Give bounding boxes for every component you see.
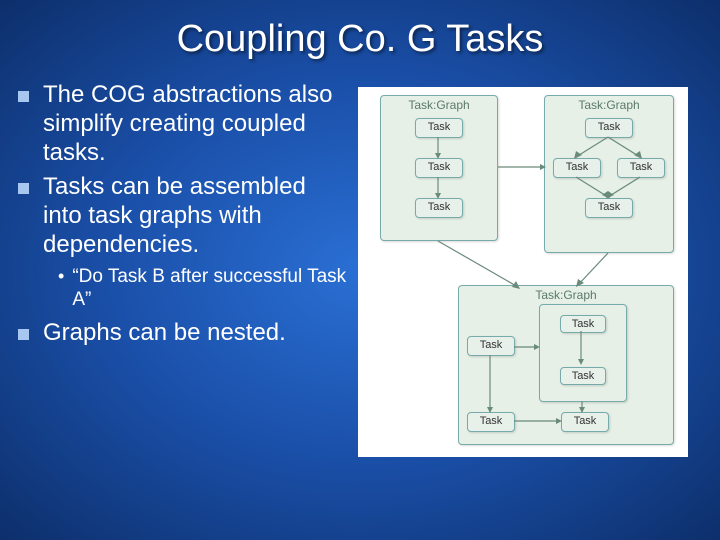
slide-title: Coupling Co. G Tasks <box>0 0 720 61</box>
taskgraph-label: Task:Graph <box>545 98 673 112</box>
sub-bullet: • “Do Task B after successful Task A” <box>58 266 348 312</box>
task-box: Task <box>415 158 463 178</box>
task-box: Task <box>467 412 515 432</box>
bullet-2: Tasks can be assembled into task graphs … <box>18 173 348 259</box>
content-area: The COG abstractions also simplify creat… <box>0 61 720 457</box>
diagram-panel: Task:Graph Task Task Task Task:Graph Tas… <box>358 87 688 457</box>
square-bullet-icon <box>18 183 29 194</box>
taskgraph-label: Task:Graph <box>459 288 673 302</box>
taskgraph-box-3: Task:Graph Task Task Task Task Task <box>458 285 674 445</box>
task-box: Task <box>617 158 665 178</box>
task-box: Task <box>585 118 633 138</box>
task-box: Task <box>467 336 515 356</box>
square-bullet-icon <box>18 91 29 102</box>
taskgraph-box-1: Task:Graph Task Task Task <box>380 95 498 241</box>
task-box: Task <box>560 315 606 333</box>
dot-bullet-icon: • <box>58 266 64 312</box>
task-box: Task <box>553 158 601 178</box>
sub-bullet-text: “Do Task B after successful Task A” <box>72 266 348 312</box>
taskgraph-label: Task:Graph <box>381 98 497 112</box>
task-box: Task <box>415 198 463 218</box>
task-box: Task <box>561 412 609 432</box>
bullet-1: The COG abstractions also simplify creat… <box>18 81 348 167</box>
text-column: The COG abstractions also simplify creat… <box>18 81 358 457</box>
square-bullet-icon <box>18 329 29 340</box>
bullet-1-text: The COG abstractions also simplify creat… <box>43 81 348 167</box>
task-box: Task <box>560 367 606 385</box>
taskgraph-box-inner: Task Task <box>539 304 627 402</box>
task-box: Task <box>585 198 633 218</box>
task-box: Task <box>415 118 463 138</box>
bullet-2-text: Tasks can be assembled into task graphs … <box>43 173 348 259</box>
bullet-3: Graphs can be nested. <box>18 319 348 348</box>
taskgraph-box-2: Task:Graph Task Task Task Task <box>544 95 674 253</box>
bullet-3-text: Graphs can be nested. <box>43 319 286 348</box>
